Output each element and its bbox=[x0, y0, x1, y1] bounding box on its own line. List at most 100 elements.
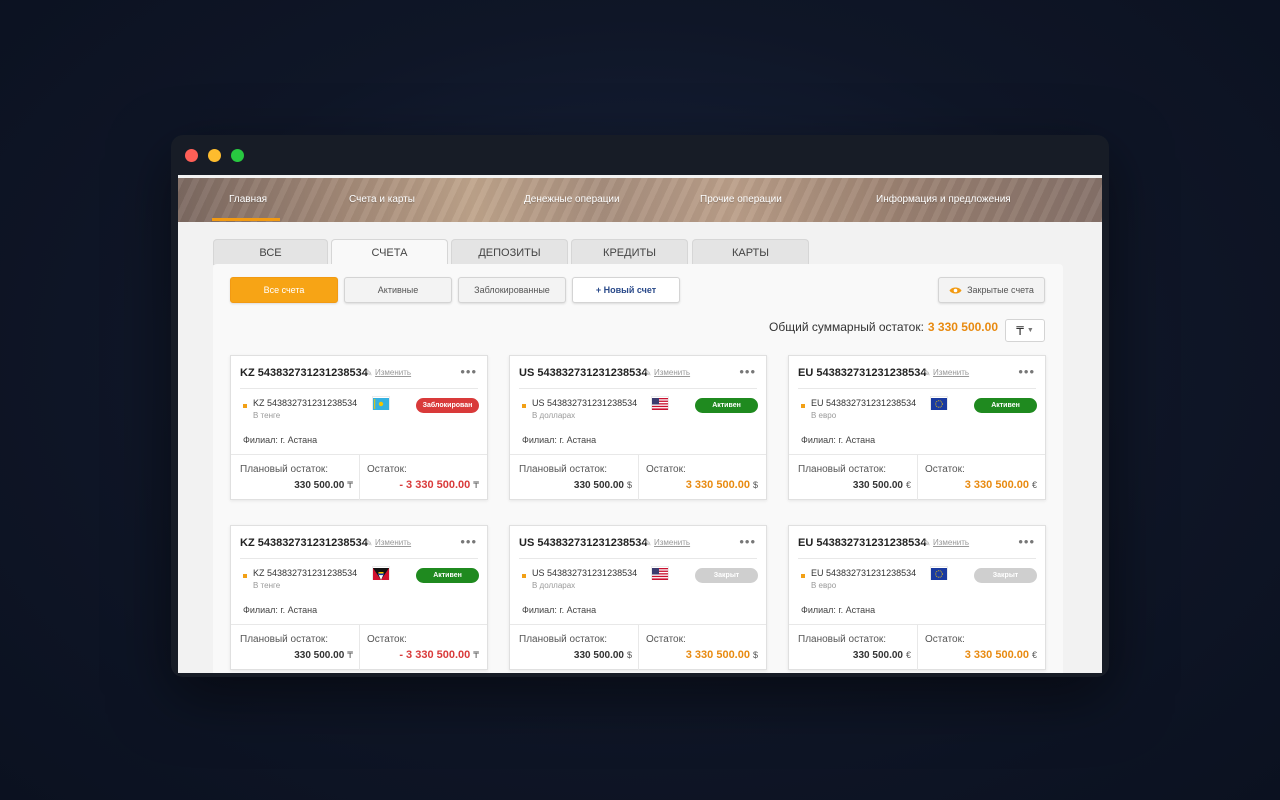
more-options-icon[interactable]: ••• bbox=[460, 534, 477, 549]
edit-link-label: Изменить bbox=[933, 368, 970, 377]
app-window: Главная Счета и карты Денежные операции … bbox=[171, 135, 1109, 677]
edit-account-link[interactable]: ✎ Изменить bbox=[365, 368, 412, 378]
eu-flag-icon bbox=[931, 567, 947, 580]
kz-flag-icon bbox=[373, 397, 389, 410]
account-number: US 543832731231238534 bbox=[532, 568, 638, 578]
edit-link-label: Изменить bbox=[375, 538, 412, 547]
card-divider bbox=[519, 558, 757, 559]
balance-value: 3 330 500.00 € bbox=[964, 649, 1037, 661]
balance-value: 3 330 500.00 € bbox=[964, 479, 1037, 491]
account-branch: Филиал: г. Астана bbox=[243, 605, 318, 615]
filter-active-button[interactable]: Активные bbox=[344, 277, 452, 303]
nav-item-accounts-cards[interactable]: Счета и карты bbox=[349, 178, 415, 222]
more-options-icon[interactable]: ••• bbox=[460, 364, 477, 379]
new-account-button[interactable]: + Новый счет bbox=[572, 277, 680, 303]
account-title: EU 543832731231238534 bbox=[798, 367, 927, 379]
balance-label: Остаток: bbox=[646, 464, 686, 475]
chevron-down-icon: ▼ bbox=[1026, 327, 1034, 334]
status-badge: Активен bbox=[416, 568, 479, 583]
currency-symbol: € bbox=[1031, 480, 1037, 490]
tab-accounts[interactable]: СЧЕТА bbox=[331, 239, 448, 265]
maximize-window-button[interactable] bbox=[231, 149, 244, 162]
close-window-button[interactable] bbox=[185, 149, 198, 162]
edit-account-link[interactable]: ✎ Изменить bbox=[923, 538, 970, 548]
nav-item-money-operations[interactable]: Денежные операции bbox=[524, 178, 620, 222]
edit-account-link[interactable]: ✎ Изменить bbox=[923, 368, 970, 378]
account-currency-name: В долларах bbox=[532, 411, 576, 420]
tab-all[interactable]: ВСЕ bbox=[213, 239, 328, 265]
status-badge: Заблокирован bbox=[416, 398, 479, 413]
account-branch: Филиал: г. Астана bbox=[522, 605, 597, 615]
tab-deposits[interactable]: ДЕПОЗИТЫ bbox=[451, 239, 568, 265]
planned-balance-label: Плановый остаток: bbox=[519, 634, 608, 645]
card-divider bbox=[240, 558, 478, 559]
currency-symbol: € bbox=[1031, 650, 1037, 660]
account-currency-name: В евро bbox=[811, 411, 837, 420]
account-card: EU 543832731231238534 ✎ Изменить ••• EU 5… bbox=[788, 525, 1046, 670]
more-options-icon[interactable]: ••• bbox=[739, 364, 756, 379]
currency-symbol: ₸ bbox=[473, 650, 479, 660]
account-marker bbox=[801, 404, 805, 408]
account-title: KZ 543832731231238534 bbox=[240, 367, 368, 379]
more-options-icon[interactable]: ••• bbox=[1018, 364, 1035, 379]
tab-credits[interactable]: КРЕДИТЫ bbox=[571, 239, 688, 265]
account-card: KZ 543832731231238534 ✎ Изменить ••• KZ 5… bbox=[230, 355, 488, 500]
edit-link-label: Изменить bbox=[654, 368, 691, 377]
account-title: EU 543832731231238534 bbox=[798, 537, 927, 549]
eu-flag-icon bbox=[931, 397, 947, 410]
pencil-icon: ✎ bbox=[644, 368, 652, 378]
more-options-icon[interactable]: ••• bbox=[739, 534, 756, 549]
nav-item-other-operations[interactable]: Прочие операции bbox=[700, 178, 782, 222]
currency-symbol: € bbox=[905, 480, 911, 490]
balance-label: Остаток: bbox=[367, 464, 407, 475]
filter-blocked-button[interactable]: Заблокированные bbox=[458, 277, 566, 303]
account-marker bbox=[243, 404, 247, 408]
account-currency-name: В тенге bbox=[253, 581, 281, 590]
status-badge: Активен bbox=[695, 398, 758, 413]
balance-value: - 3 330 500.00 ₸ bbox=[399, 649, 479, 661]
closed-accounts-button[interactable]: Закрытые счета bbox=[938, 277, 1045, 303]
account-currency-name: В тенге bbox=[253, 411, 281, 420]
status-badge: Активен bbox=[974, 398, 1037, 413]
filter-all-button[interactable]: Все счета bbox=[230, 277, 338, 303]
planned-balance-label: Плановый остаток: bbox=[240, 464, 329, 475]
account-branch: Филиал: г. Астана bbox=[801, 605, 876, 615]
card-divider bbox=[519, 388, 757, 389]
balance-label: Остаток: bbox=[925, 464, 965, 475]
currency-symbol: € bbox=[905, 650, 911, 660]
edit-account-link[interactable]: ✎ Изменить bbox=[644, 538, 691, 548]
currency-select-value: ₸ bbox=[1016, 323, 1024, 338]
nav-item-info-offers[interactable]: Информация и предложения bbox=[876, 178, 1011, 222]
currency-symbol: $ bbox=[752, 480, 758, 490]
total-balance-amount: 3 330 500.00 bbox=[927, 320, 998, 334]
pencil-icon: ✎ bbox=[644, 538, 652, 548]
more-options-icon[interactable]: ••• bbox=[1018, 534, 1035, 549]
nav-item-home[interactable]: Главная bbox=[229, 178, 267, 222]
pencil-icon: ✎ bbox=[365, 368, 373, 378]
balance-label: Остаток: bbox=[925, 634, 965, 645]
card-vertical-divider bbox=[359, 454, 360, 500]
edit-account-link[interactable]: ✎ Изменить bbox=[644, 368, 691, 378]
minimize-window-button[interactable] bbox=[208, 149, 221, 162]
edit-link-label: Изменить bbox=[654, 538, 691, 547]
tab-cards[interactable]: КАРТЫ bbox=[692, 239, 809, 265]
account-number: US 543832731231238534 bbox=[532, 398, 638, 408]
account-number: KZ 543832731231238534 bbox=[253, 568, 358, 578]
card-divider bbox=[798, 388, 1036, 389]
currency-symbol: ₸ bbox=[347, 650, 353, 660]
eye-icon bbox=[949, 287, 962, 293]
account-number: EU 543832731231238534 bbox=[811, 398, 917, 408]
currency-select[interactable]: ₸ ▼ bbox=[1005, 319, 1045, 342]
card-vertical-divider bbox=[359, 624, 360, 670]
account-title: US 543832731231238534 bbox=[519, 537, 648, 549]
account-number: KZ 543832731231238534 bbox=[253, 398, 358, 408]
account-title: US 543832731231238534 bbox=[519, 367, 648, 379]
us-flag-icon bbox=[652, 567, 668, 580]
planned-balance-value: 330 500.00 $ bbox=[573, 480, 632, 491]
planned-balance-value: 330 500.00 $ bbox=[573, 650, 632, 661]
edit-account-link[interactable]: ✎ Изменить bbox=[365, 538, 412, 548]
edit-link-label: Изменить bbox=[933, 538, 970, 547]
account-marker bbox=[801, 574, 805, 578]
account-marker bbox=[522, 404, 526, 408]
edit-link-label: Изменить bbox=[375, 368, 412, 377]
